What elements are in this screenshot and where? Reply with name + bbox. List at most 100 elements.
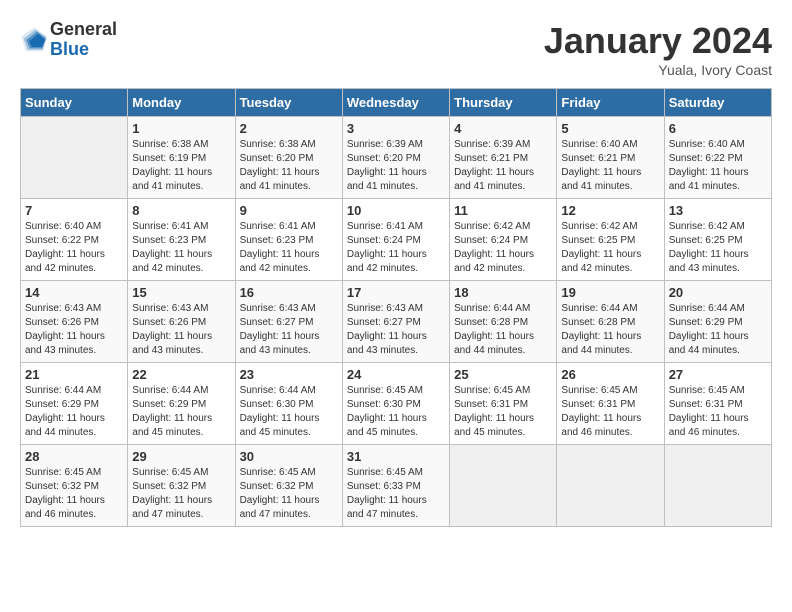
calendar-cell: 29 Sunrise: 6:45 AMSunset: 6:32 PMDayligh… (128, 445, 235, 527)
calendar-cell: 31 Sunrise: 6:45 AMSunset: 6:33 PMDayligh… (342, 445, 449, 527)
month-title: January 2024 (544, 20, 772, 62)
calendar-cell: 27 Sunrise: 6:45 AMSunset: 6:31 PMDayligh… (664, 363, 771, 445)
day-number: 20 (669, 285, 767, 300)
day-info: Sunrise: 6:43 AMSunset: 6:27 PMDaylight:… (347, 302, 445, 358)
weekday-header: Monday (128, 89, 235, 117)
calendar-week-row: 14 Sunrise: 6:43 AMSunset: 6:26 PMDayligh… (21, 281, 772, 363)
day-info: Sunrise: 6:44 AMSunset: 6:30 PMDaylight:… (240, 384, 338, 440)
day-number: 21 (25, 367, 123, 382)
day-info: Sunrise: 6:38 AMSunset: 6:19 PMDaylight:… (132, 138, 230, 194)
day-number: 18 (454, 285, 552, 300)
calendar-cell: 23 Sunrise: 6:44 AMSunset: 6:30 PMDayligh… (235, 363, 342, 445)
calendar-cell: 24 Sunrise: 6:45 AMSunset: 6:30 PMDayligh… (342, 363, 449, 445)
calendar-cell: 28Sunrise: 6:45 AMSunset: 6:32 PMDayligh… (21, 445, 128, 527)
weekday-header: Tuesday (235, 89, 342, 117)
day-info: Sunrise: 6:43 AMSunset: 6:27 PMDaylight:… (240, 302, 338, 358)
day-number: 31 (347, 449, 445, 464)
calendar-week-row: 28Sunrise: 6:45 AMSunset: 6:32 PMDayligh… (21, 445, 772, 527)
calendar-cell: 8Sunrise: 6:41 AMSunset: 6:23 PMDaylight… (128, 199, 235, 281)
weekday-header: Thursday (450, 89, 557, 117)
day-info: Sunrise: 6:44 AMSunset: 6:29 PMDaylight:… (25, 384, 123, 440)
calendar-cell: 12 Sunrise: 6:42 AMSunset: 6:25 PMDayligh… (557, 199, 664, 281)
weekday-header-row: SundayMondayTuesdayWednesdayThursdayFrid… (21, 89, 772, 117)
weekday-header: Saturday (664, 89, 771, 117)
day-info: Sunrise: 6:45 AMSunset: 6:32 PMDaylight:… (132, 466, 230, 522)
day-number: 17 (347, 285, 445, 300)
day-info: Sunrise: 6:42 AMSunset: 6:25 PMDaylight:… (561, 220, 659, 276)
calendar-cell: 21 Sunrise: 6:44 AMSunset: 6:29 PMDayligh… (21, 363, 128, 445)
day-number: 23 (240, 367, 338, 382)
calendar-cell (21, 117, 128, 199)
day-info: Sunrise: 6:40 AMSunset: 6:22 PMDaylight:… (25, 220, 123, 276)
logo-text: General Blue (50, 20, 117, 60)
logo-blue: Blue (50, 39, 89, 59)
day-number: 7 (25, 203, 123, 218)
day-info: Sunrise: 6:45 AMSunset: 6:30 PMDaylight:… (347, 384, 445, 440)
day-info: Sunrise: 6:45 AMSunset: 6:32 PMDaylight:… (240, 466, 338, 522)
calendar-cell: 14 Sunrise: 6:43 AMSunset: 6:26 PMDayligh… (21, 281, 128, 363)
day-number: 30 (240, 449, 338, 464)
day-number: 13 (669, 203, 767, 218)
calendar-week-row: 7 Sunrise: 6:40 AMSunset: 6:22 PMDaylight… (21, 199, 772, 281)
logo: General Blue (20, 20, 117, 60)
day-info: Sunrise: 6:39 AMSunset: 6:21 PMDaylight:… (454, 138, 552, 194)
calendar-cell: 7 Sunrise: 6:40 AMSunset: 6:22 PMDaylight… (21, 199, 128, 281)
day-number: 2 (240, 121, 338, 136)
calendar-week-row: 1Sunrise: 6:38 AMSunset: 6:19 PMDaylight… (21, 117, 772, 199)
location-subtitle: Yuala, Ivory Coast (544, 62, 772, 78)
calendar-cell: 2Sunrise: 6:38 AMSunset: 6:20 PMDaylight… (235, 117, 342, 199)
day-info: Sunrise: 6:43 AMSunset: 6:26 PMDaylight:… (25, 302, 123, 358)
logo-icon (20, 26, 48, 54)
calendar-cell: 20 Sunrise: 6:44 AMSunset: 6:29 PMDayligh… (664, 281, 771, 363)
title-block: January 2024 Yuala, Ivory Coast (544, 20, 772, 78)
day-number: 10 (347, 203, 445, 218)
page-header: General Blue January 2024 Yuala, Ivory C… (20, 20, 772, 78)
calendar-cell: 17 Sunrise: 6:43 AMSunset: 6:27 PMDayligh… (342, 281, 449, 363)
calendar-cell: 3 Sunrise: 6:39 AMSunset: 6:20 PMDaylight… (342, 117, 449, 199)
day-info: Sunrise: 6:42 AMSunset: 6:25 PMDaylight:… (669, 220, 767, 276)
calendar-cell: 22Sunrise: 6:44 AMSunset: 6:29 PMDayligh… (128, 363, 235, 445)
calendar-cell (557, 445, 664, 527)
day-number: 25 (454, 367, 552, 382)
day-info: Sunrise: 6:44 AMSunset: 6:29 PMDaylight:… (669, 302, 767, 358)
day-number: 16 (240, 285, 338, 300)
day-info: Sunrise: 6:40 AMSunset: 6:22 PMDaylight:… (669, 138, 767, 194)
day-number: 14 (25, 285, 123, 300)
day-number: 26 (561, 367, 659, 382)
day-number: 19 (561, 285, 659, 300)
day-info: Sunrise: 6:45 AMSunset: 6:31 PMDaylight:… (561, 384, 659, 440)
day-number: 24 (347, 367, 445, 382)
calendar-cell (664, 445, 771, 527)
day-info: Sunrise: 6:41 AMSunset: 6:24 PMDaylight:… (347, 220, 445, 276)
calendar-cell: 26 Sunrise: 6:45 AMSunset: 6:31 PMDayligh… (557, 363, 664, 445)
day-info: Sunrise: 6:45 AMSunset: 6:31 PMDaylight:… (454, 384, 552, 440)
calendar-week-row: 21 Sunrise: 6:44 AMSunset: 6:29 PMDayligh… (21, 363, 772, 445)
day-info: Sunrise: 6:45 AMSunset: 6:33 PMDaylight:… (347, 466, 445, 522)
day-number: 3 (347, 121, 445, 136)
day-number: 6 (669, 121, 767, 136)
weekday-header: Sunday (21, 89, 128, 117)
day-number: 11 (454, 203, 552, 218)
day-number: 29 (132, 449, 230, 464)
day-info: Sunrise: 6:41 AMSunset: 6:23 PMDaylight:… (132, 220, 230, 276)
calendar-table: SundayMondayTuesdayWednesdayThursdayFrid… (20, 88, 772, 527)
calendar-cell: 16 Sunrise: 6:43 AMSunset: 6:27 PMDayligh… (235, 281, 342, 363)
calendar-cell: 5 Sunrise: 6:40 AMSunset: 6:21 PMDaylight… (557, 117, 664, 199)
calendar-cell: 11Sunrise: 6:42 AMSunset: 6:24 PMDayligh… (450, 199, 557, 281)
day-number: 9 (240, 203, 338, 218)
day-info: Sunrise: 6:43 AMSunset: 6:26 PMDaylight:… (132, 302, 230, 358)
calendar-cell: 13 Sunrise: 6:42 AMSunset: 6:25 PMDayligh… (664, 199, 771, 281)
weekday-header: Friday (557, 89, 664, 117)
day-info: Sunrise: 6:40 AMSunset: 6:21 PMDaylight:… (561, 138, 659, 194)
calendar-cell: 10 Sunrise: 6:41 AMSunset: 6:24 PMDayligh… (342, 199, 449, 281)
calendar-cell: 18Sunrise: 6:44 AMSunset: 6:28 PMDayligh… (450, 281, 557, 363)
day-info: Sunrise: 6:39 AMSunset: 6:20 PMDaylight:… (347, 138, 445, 194)
day-number: 22 (132, 367, 230, 382)
weekday-header: Wednesday (342, 89, 449, 117)
day-number: 12 (561, 203, 659, 218)
day-info: Sunrise: 6:45 AMSunset: 6:31 PMDaylight:… (669, 384, 767, 440)
calendar-cell: 15Sunrise: 6:43 AMSunset: 6:26 PMDayligh… (128, 281, 235, 363)
day-number: 27 (669, 367, 767, 382)
day-number: 5 (561, 121, 659, 136)
day-number: 4 (454, 121, 552, 136)
